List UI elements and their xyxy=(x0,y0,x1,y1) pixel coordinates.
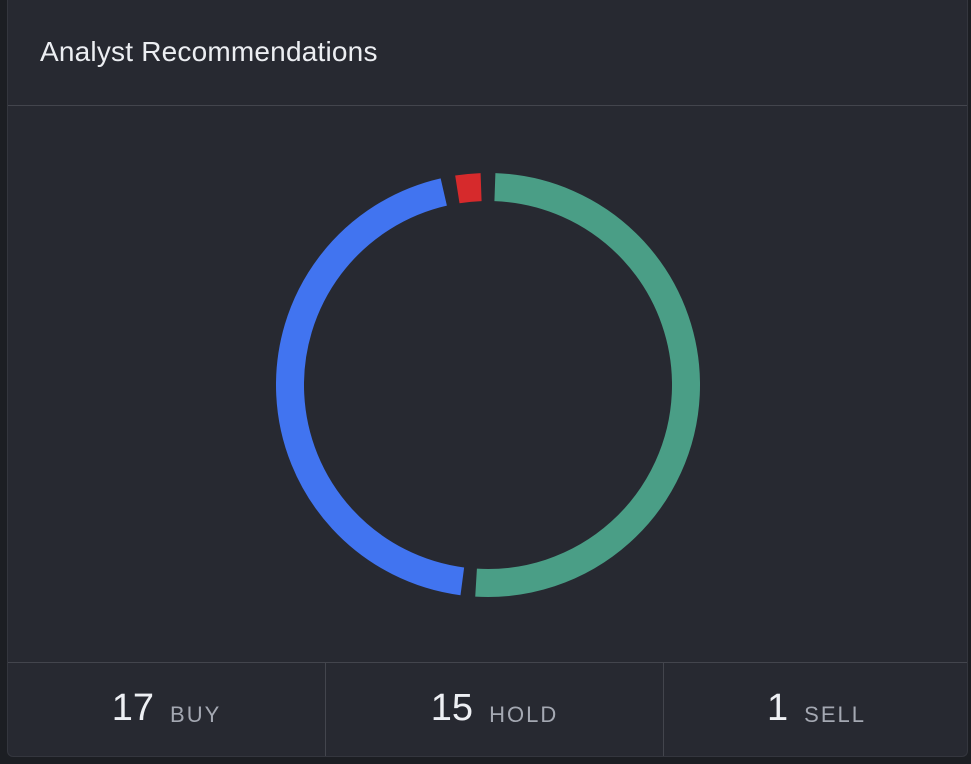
analyst-recommendations-card: Analyst Recommendations 17 BUY 15 HOLD 1… xyxy=(7,0,968,757)
donut-slice-hold[interactable] xyxy=(276,178,465,596)
card-header: Analyst Recommendations xyxy=(8,0,967,106)
buy-stat: 17 BUY xyxy=(8,663,325,756)
sell-label: SELL xyxy=(804,702,866,727)
donut-slice-sell[interactable] xyxy=(455,173,482,204)
card-title: Analyst Recommendations xyxy=(40,36,378,67)
recommendation-summary: 17 BUY 15 HOLD 1 SELL xyxy=(8,662,967,756)
hold-label: HOLD xyxy=(489,702,559,727)
hold-count: 15 xyxy=(430,687,474,729)
donut-chart-area xyxy=(8,106,967,662)
buy-count: 17 xyxy=(111,687,155,729)
recommendations-donut-chart xyxy=(276,173,700,597)
donut-slice-buy[interactable] xyxy=(475,173,700,597)
sell-stat: 1 SELL xyxy=(663,663,967,756)
sell-count: 1 xyxy=(767,687,789,729)
hold-stat: 15 HOLD xyxy=(325,663,663,756)
buy-label: BUY xyxy=(170,702,222,727)
